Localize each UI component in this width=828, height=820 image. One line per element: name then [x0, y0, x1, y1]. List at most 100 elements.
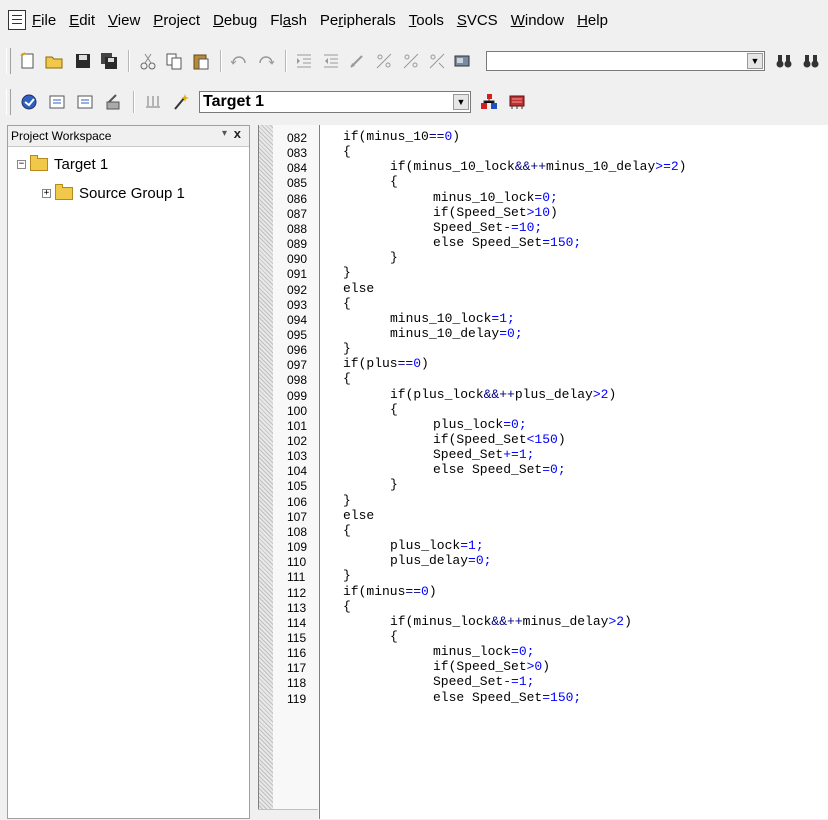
target-options-icon[interactable]	[479, 92, 499, 112]
menu-item[interactable]: File	[32, 12, 56, 29]
code-line[interactable]: else Speed_Set=0;	[433, 462, 566, 477]
uncomment-icon[interactable]	[401, 51, 420, 71]
code-line[interactable]: if(minus==0)	[343, 584, 437, 599]
indent-icon[interactable]	[295, 51, 314, 71]
stop-build-icon[interactable]	[103, 92, 123, 112]
code-line[interactable]: }	[390, 250, 398, 265]
find-in-files-icon[interactable]	[454, 51, 474, 71]
code-line[interactable]: minus_10_lock=1;	[390, 311, 515, 326]
code-line[interactable]: plus_delay=0;	[390, 553, 491, 568]
code-line[interactable]: if(minus_lock&&++minus_delay>2)	[390, 614, 632, 629]
incremental-find-icon[interactable]	[802, 51, 821, 71]
redo-icon[interactable]	[257, 51, 276, 71]
download-icon[interactable]	[143, 92, 163, 112]
code-line[interactable]: if(plus==0)	[343, 356, 429, 371]
code-line[interactable]: if(plus_lock&&++plus_delay>2)	[390, 387, 616, 402]
toolbar-grip[interactable]	[6, 48, 11, 74]
binoculars-icon[interactable]	[775, 51, 794, 71]
menu-item[interactable]: Flash	[270, 12, 307, 29]
menu-item[interactable]: Help	[577, 12, 608, 29]
code-line[interactable]: }	[343, 265, 351, 280]
code-line[interactable]: else Speed_Set=150;	[433, 235, 581, 250]
collapse-icon[interactable]: −	[17, 160, 26, 169]
target-select[interactable]: Target 1 ▼	[199, 91, 471, 113]
menu-item[interactable]: Project	[153, 12, 200, 29]
code-line[interactable]: {	[343, 371, 351, 386]
bookmark-icon[interactable]	[348, 51, 367, 71]
cut-icon[interactable]	[138, 51, 157, 71]
rebuild-icon[interactable]	[75, 92, 95, 112]
code-line[interactable]: {	[343, 144, 351, 159]
horizontal-scrollbar[interactable]	[258, 809, 318, 820]
code-line[interactable]: if(minus_10==0)	[343, 129, 460, 144]
copy-icon[interactable]	[165, 51, 184, 71]
code-line[interactable]: else	[343, 281, 374, 296]
code-line[interactable]: }	[343, 568, 351, 583]
menu-item[interactable]: SVCS	[457, 12, 498, 29]
menu-item[interactable]: View	[108, 12, 140, 29]
code-line[interactable]: Speed_Set+=1;	[433, 447, 534, 462]
code-area[interactable]: if(minus_10==0){if(minus_10_lock&&++minu…	[320, 125, 828, 819]
code-line[interactable]: if(Speed_Set>0)	[433, 659, 550, 674]
code-line[interactable]: }	[343, 493, 351, 508]
code-line[interactable]: else	[343, 508, 374, 523]
code-line[interactable]: plus_lock=1;	[390, 538, 484, 553]
code-line[interactable]: if(minus_10_lock&&++minus_10_delay>=2)	[390, 159, 686, 174]
code-line[interactable]: }	[343, 341, 351, 356]
menu-item[interactable]: Tools	[409, 12, 444, 29]
panel-menu-icon[interactable]: ▾	[222, 128, 227, 139]
code-line[interactable]: else Speed_Set=150;	[433, 690, 581, 705]
tree-item-label: Source Group 1	[79, 185, 185, 202]
code-line[interactable]: if(Speed_Set<150)	[433, 432, 566, 447]
code-line[interactable]: {	[390, 174, 398, 189]
code-line[interactable]: {	[343, 599, 351, 614]
build-icon[interactable]	[47, 92, 67, 112]
target-select-value: Target 1	[203, 93, 265, 110]
menu-item[interactable]: Peripherals	[320, 12, 396, 29]
tree-item-source-group[interactable]: + Source Group 1	[42, 184, 185, 202]
line-number: 090	[287, 252, 308, 267]
line-number: 119	[287, 691, 307, 706]
code-line[interactable]: {	[343, 523, 351, 538]
code-line[interactable]: minus_10_lock=0;	[433, 190, 558, 205]
code-line[interactable]: minus_10_delay=0;	[390, 326, 523, 341]
save-icon[interactable]	[73, 51, 92, 71]
clear-bookmarks-icon[interactable]	[428, 51, 447, 71]
unindent-icon[interactable]	[322, 51, 341, 71]
line-number: 094	[287, 312, 308, 327]
code-line[interactable]: {	[343, 296, 351, 311]
line-number: 116	[287, 646, 307, 661]
close-icon[interactable]: x	[234, 126, 241, 141]
code-line[interactable]: plus_lock=0;	[433, 417, 527, 432]
code-line[interactable]: minus_lock=0;	[433, 644, 534, 659]
line-number: 107	[287, 509, 308, 524]
new-file-icon[interactable]	[19, 51, 38, 71]
comment-icon[interactable]	[375, 51, 394, 71]
open-folder-icon[interactable]	[45, 51, 65, 71]
code-line[interactable]: {	[390, 629, 398, 644]
save-all-icon[interactable]	[100, 51, 119, 71]
code-line[interactable]: if(Speed_Set>10)	[433, 205, 558, 220]
tree-item-target[interactable]: − Target 1	[17, 155, 108, 173]
editor-gutter[interactable]	[259, 125, 273, 819]
find-combo[interactable]: ▼	[486, 51, 765, 71]
menu-item[interactable]: Debug	[213, 12, 257, 29]
wand-icon[interactable]	[171, 92, 191, 112]
dropdown-arrow-icon[interactable]: ▼	[746, 53, 763, 69]
code-editor[interactable]: 082 083 084 085 086 087 088 089 090 091 092 093 094 0…	[258, 125, 828, 819]
line-number: 100	[287, 403, 308, 418]
paste-icon[interactable]	[192, 51, 211, 71]
toolbar-grip[interactable]	[6, 89, 11, 115]
manage-components-icon[interactable]	[507, 92, 527, 112]
expand-icon[interactable]: +	[42, 189, 51, 198]
panel-splitter[interactable]	[251, 125, 258, 819]
code-line[interactable]: Speed_Set-=10;	[433, 220, 542, 235]
undo-icon[interactable]	[230, 51, 249, 71]
translate-icon[interactable]	[19, 92, 39, 112]
code-line[interactable]: {	[390, 402, 398, 417]
dropdown-arrow-icon[interactable]: ▼	[453, 94, 469, 110]
menu-item[interactable]: Edit	[69, 12, 95, 29]
code-line[interactable]: }	[390, 477, 398, 492]
code-line[interactable]: Speed_Set-=1;	[433, 674, 534, 689]
menu-item[interactable]: Window	[511, 12, 564, 29]
